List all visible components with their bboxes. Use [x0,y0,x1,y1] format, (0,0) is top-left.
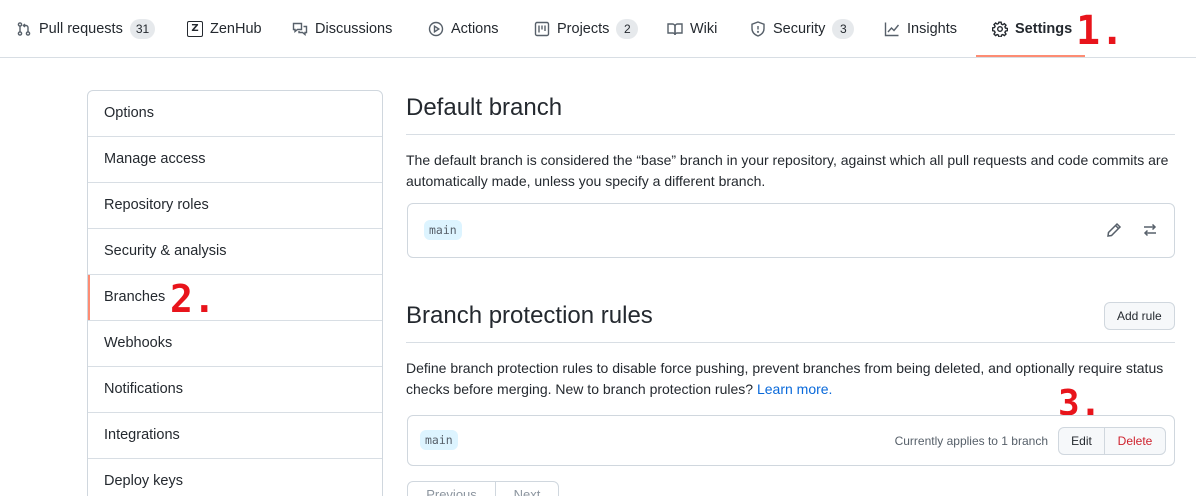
add-rule-button[interactable]: Add rule [1104,302,1175,330]
tab-label: Wiki [690,21,718,37]
tab-label: Security [773,21,826,37]
protection-rule-row: main Currently applies to 1 branch Edit … [407,415,1175,466]
tab-label: Discussions [315,21,393,37]
default-branch-title: Default branch [406,94,563,121]
tab-label: ZenHub [210,21,262,37]
book-icon [667,23,683,36]
pagination-next-button[interactable]: Next [496,482,558,496]
sidebar-item-notifications[interactable]: Notifications [88,367,382,413]
sidebar-item-deploy-keys[interactable]: Deploy keys [88,459,382,496]
settings-sidebar: Options Manage access Repository roles S… [87,90,383,496]
sidebar-item-security-analysis[interactable]: Security & analysis [88,229,382,275]
project-icon [534,21,550,37]
sidebar-item-branches[interactable]: Branches [88,275,382,321]
tab-pull-requests[interactable]: Pull requests 31 [16,0,156,58]
graph-icon [884,22,900,37]
pagination-previous-button[interactable]: Previous [408,482,496,496]
selected-tab-underline [976,55,1085,57]
projects-count: 2 [616,19,639,39]
sidebar-item-repository-roles[interactable]: Repository roles [88,183,382,229]
tab-discussions[interactable]: Discussions [292,0,392,58]
pagination: Previous Next [407,481,559,496]
tab-projects[interactable]: Projects 2 [534,0,639,58]
tab-actions[interactable]: Actions [428,0,499,58]
comment-discussion-icon [292,22,308,36]
sidebar-item-webhooks[interactable]: Webhooks [88,321,382,367]
repo-tab-nav: Pull requests 31 Z ZenHub Discussions Ac… [0,0,1196,58]
tab-label: Insights [907,21,957,37]
tab-zenhub[interactable]: Z ZenHub [187,0,262,58]
default-branch-description: The default branch is considered the “ba… [406,152,1169,189]
shield-icon [751,21,765,37]
step-annotation-1: 1. [1076,8,1125,54]
tab-settings[interactable]: Settings [992,0,1072,58]
zenhub-icon: Z [187,21,203,37]
sidebar-item-options[interactable]: Options [88,91,382,137]
rename-branch-button[interactable] [1106,222,1122,241]
tab-label: Actions [451,21,499,37]
rule-applies-text: Currently applies to 1 branch [894,434,1048,448]
pencil-icon [1107,222,1122,237]
branch-protection-title: Branch protection rules [406,302,653,329]
switch-default-branch-button[interactable] [1142,222,1158,241]
tab-label: Settings [1015,21,1073,37]
section-divider [406,342,1175,343]
rule-action-group: Edit Delete [1058,427,1166,455]
edit-rule-button[interactable]: Edit [1059,428,1105,454]
tab-label: Projects [557,21,610,37]
default-branch-name: main [424,220,462,240]
gear-icon [992,21,1008,37]
git-pull-request-icon [17,22,31,36]
section-divider [406,134,1175,135]
tab-security[interactable]: Security 3 [750,0,855,58]
security-count: 3 [832,19,855,39]
play-icon [428,21,444,37]
sidebar-item-manage-access[interactable]: Manage access [88,137,382,183]
learn-more-link[interactable]: Learn more. [757,381,832,397]
step-annotation-2: 2. [170,277,216,321]
sidebar-item-integrations[interactable]: Integrations [88,413,382,459]
rule-branch-pattern: main [420,430,458,450]
tab-label: Pull requests [39,21,123,37]
delete-rule-button[interactable]: Delete [1105,428,1165,454]
arrow-switch-icon [1143,223,1157,237]
default-branch-box: main [407,203,1175,258]
tab-insights[interactable]: Insights [884,0,957,58]
pull-requests-count: 31 [129,19,156,39]
tab-wiki[interactable]: Wiki [667,0,717,58]
